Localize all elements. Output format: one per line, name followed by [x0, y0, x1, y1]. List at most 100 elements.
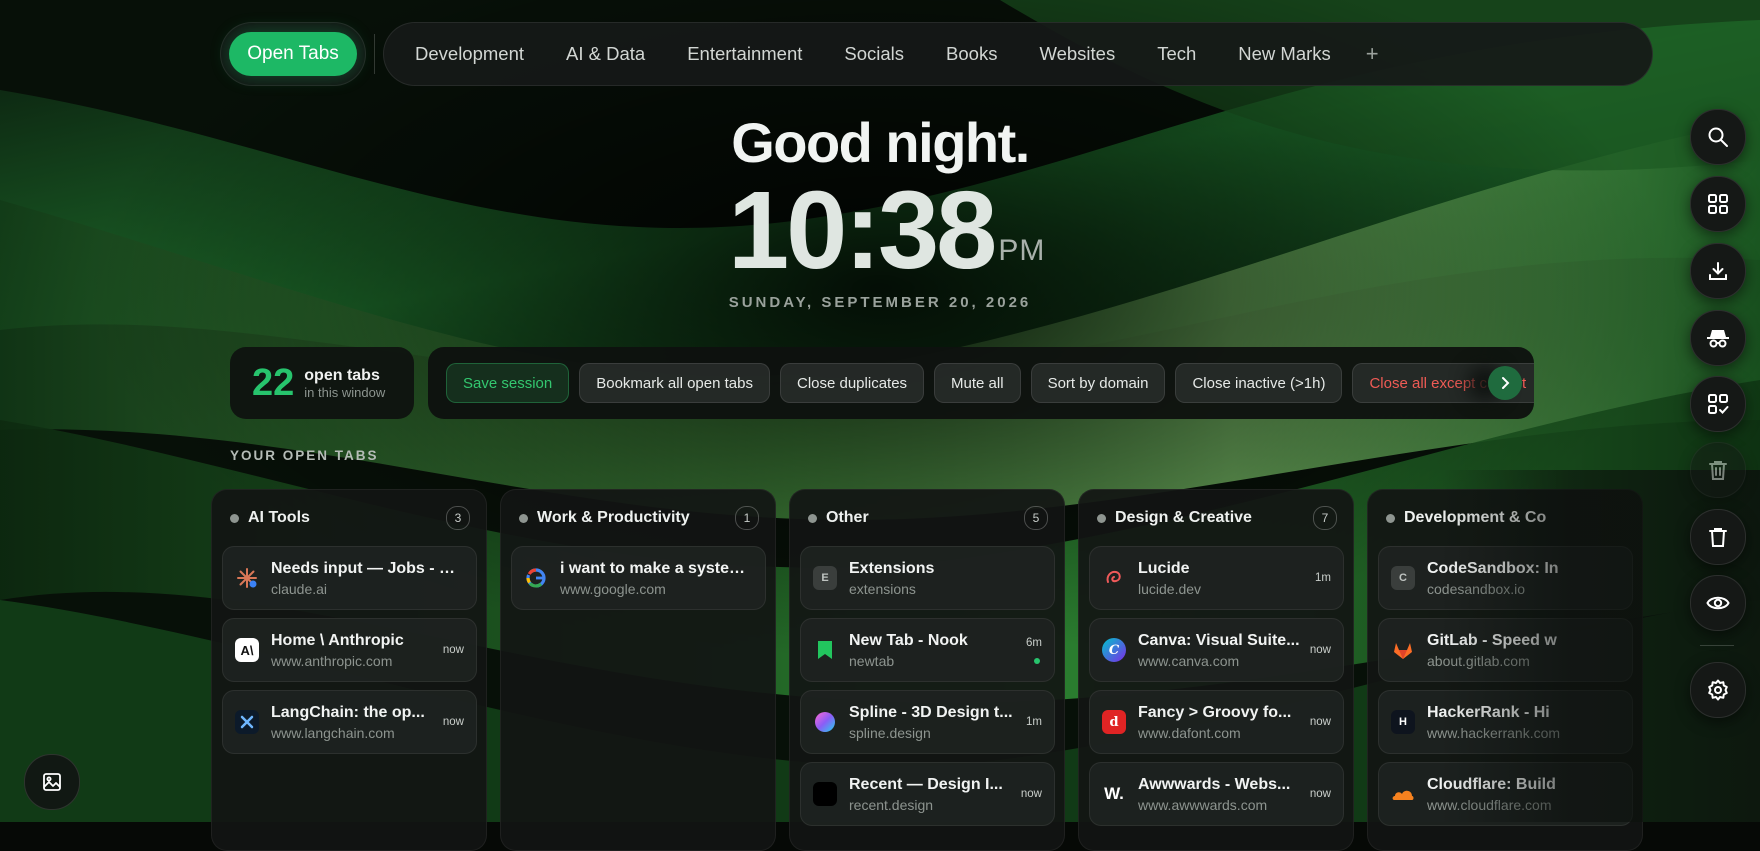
bookmark-all-button[interactable]: Bookmark all open tabs: [579, 363, 770, 403]
nav-ai-data[interactable]: AI & Data: [545, 43, 666, 65]
lucide-icon: [1102, 566, 1126, 590]
date: SUNDAY, SEPTEMBER 20, 2026: [728, 294, 1032, 311]
save-session-button[interactable]: Save session: [446, 363, 570, 403]
tab-card[interactable]: W. Awwwards - Webs... www.awwwards.com n…: [1089, 762, 1344, 826]
tab-time: now: [1309, 644, 1331, 656]
spline-icon: [813, 710, 837, 734]
trash-disabled-icon: [1709, 461, 1727, 480]
tab-url: www.dafont.com: [1138, 724, 1241, 741]
tab-time: now: [1309, 716, 1331, 728]
tab-card[interactable]: d Fancy > Groovy fo... www.dafont.com no…: [1089, 690, 1344, 754]
tab-url: www.canva.com: [1138, 652, 1240, 669]
tab-card[interactable]: LangChain: the op... www.langchain.com n…: [222, 690, 477, 754]
chevron-right-icon: [1502, 377, 1510, 389]
nav-open-tabs[interactable]: Open Tabs: [229, 32, 357, 76]
gitlab-icon: [1391, 638, 1415, 662]
tab-card[interactable]: Spline - 3D Design t... spline.design 1m: [800, 690, 1055, 754]
nav-new-marks[interactable]: New Marks: [1217, 43, 1352, 65]
grid-icon: [1708, 194, 1728, 214]
tab-title: Canva: Visual Suite...: [1138, 631, 1300, 649]
group-title: Work & Productivity: [537, 509, 690, 526]
tab-card[interactable]: E Extensions extensions: [800, 546, 1055, 610]
close-inactive-button[interactable]: Close inactive (>1h): [1175, 363, 1343, 403]
tab-text: Recent — Design I... recent.design: [849, 776, 1013, 813]
group-header[interactable]: AI Tools 3: [212, 490, 486, 546]
tab-card[interactable]: Recent — Design I... recent.design now: [800, 762, 1055, 826]
extensions-icon: E: [813, 566, 837, 590]
visibility-button[interactable]: [1690, 575, 1746, 631]
tab-title: Home \ Anthropic: [271, 631, 404, 649]
tab-count-sublabel: in this window: [304, 384, 386, 400]
incognito-icon: [1707, 330, 1729, 348]
tab-time: 6m: [1026, 637, 1042, 649]
group-count: 3: [446, 506, 470, 530]
group-column: Other 5 E Extensions extensions New Tab …: [789, 489, 1065, 851]
nav-development[interactable]: Development: [394, 43, 545, 65]
toolbar-divider: [1700, 645, 1734, 646]
tab-card[interactable]: C Canva: Visual Suite... www.canva.com n…: [1089, 618, 1344, 682]
scroll-actions-button[interactable]: [1488, 366, 1522, 400]
delete-disabled-button[interactable]: [1690, 442, 1746, 498]
tab-text: i want to make a system... www.google.co…: [560, 560, 753, 597]
clock: 10:38 PM: [728, 172, 1045, 290]
nav-websites[interactable]: Websites: [1018, 43, 1136, 65]
tab-card[interactable]: H HackerRank - Hi www.hackerrank.com: [1378, 690, 1633, 754]
action-bar: Save session Bookmark all open tabs Clos…: [428, 347, 1534, 419]
tab-card[interactable]: A\ Home \ Anthropic www.anthropic.com no…: [222, 618, 477, 682]
anthropic-icon: A\: [235, 638, 259, 662]
download-button[interactable]: [1690, 243, 1746, 299]
dafont-icon: d: [1102, 710, 1126, 734]
tab-url: recent.design: [849, 796, 934, 813]
tab-url: www.langchain.com: [271, 724, 395, 741]
group-header[interactable]: Work & Productivity 1: [501, 490, 775, 546]
group-title: Other: [826, 509, 869, 526]
close-duplicates-button[interactable]: Close duplicates: [779, 363, 925, 403]
nav-bar: Development AI & Data Entertainment Soci…: [383, 22, 1653, 86]
search-button[interactable]: [1690, 109, 1746, 165]
group-header[interactable]: Other 5: [790, 490, 1064, 546]
group-column: Work & Productivity 1 i want to make a s…: [500, 489, 776, 851]
sort-by-domain-button[interactable]: Sort by domain: [1030, 363, 1166, 403]
change-wallpaper-button[interactable]: [24, 754, 80, 810]
tab-time: now: [1020, 788, 1042, 800]
clock-ampm: PM: [998, 234, 1046, 267]
incognito-button[interactable]: [1690, 310, 1746, 366]
group-check-button[interactable]: [1690, 376, 1746, 432]
tab-text: Extensions extensions: [849, 560, 1042, 597]
hackerrank-icon: H: [1391, 710, 1415, 734]
tab-text: Canva: Visual Suite... www.canva.com: [1138, 632, 1302, 669]
tab-card[interactable]: i want to make a system... www.google.co…: [511, 546, 766, 610]
greeting: Good night.: [731, 111, 1030, 174]
nav-entertainment[interactable]: Entertainment: [666, 43, 823, 65]
tab-card[interactable]: Cloudflare: Build www.cloudflare.com: [1378, 762, 1633, 826]
add-category-button[interactable]: +: [1352, 41, 1393, 67]
tab-title: CodeSandbox: In: [1427, 559, 1559, 577]
tab-url: newtab: [849, 652, 895, 669]
tab-card[interactable]: Needs input — Jobs - Cl... claude.ai: [222, 546, 477, 610]
group-header[interactable]: Design & Creative 7: [1079, 490, 1353, 546]
delete-button[interactable]: [1690, 509, 1746, 565]
grid-check-icon: [1708, 394, 1729, 414]
nav-socials[interactable]: Socials: [823, 43, 925, 65]
group-count: 5: [1024, 506, 1048, 530]
tab-text: New Tab - Nook newtab: [849, 632, 1018, 669]
tab-title: Fancy > Groovy fo...: [1138, 703, 1292, 721]
tab-card[interactable]: C CodeSandbox: In codesandbox.io: [1378, 546, 1633, 610]
tab-url: about.gitlab.com: [1427, 652, 1530, 669]
grid-view-button[interactable]: [1690, 176, 1746, 232]
group-dot: [230, 513, 239, 523]
tab-card[interactable]: Lucide lucide.dev 1m: [1089, 546, 1344, 610]
group-header[interactable]: Development & Co: [1368, 490, 1642, 546]
tab-url: lucide.dev: [1138, 580, 1202, 597]
mute-all-button[interactable]: Mute all: [934, 363, 1021, 403]
tab-card[interactable]: New Tab - Nook newtab 6m: [800, 618, 1055, 682]
group-count: 1: [735, 506, 759, 530]
tab-text: Spline - 3D Design t... spline.design: [849, 704, 1018, 741]
tab-title: New Tab - Nook: [849, 631, 968, 649]
awwwards-icon: W.: [1104, 784, 1124, 803]
tab-title: Recent — Design I...: [849, 775, 1003, 793]
tab-card[interactable]: GitLab - Speed w about.gitlab.com: [1378, 618, 1633, 682]
settings-button[interactable]: [1690, 662, 1746, 718]
nav-books[interactable]: Books: [925, 43, 1018, 65]
nav-tech[interactable]: Tech: [1136, 43, 1217, 65]
